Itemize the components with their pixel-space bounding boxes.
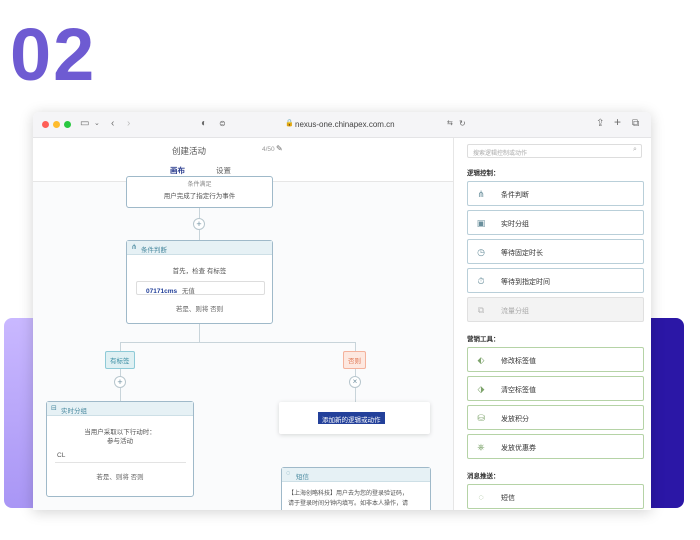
split-node-header: ⊟ 实时分组 <box>47 402 193 416</box>
logic-section-title: 逻辑控制： <box>467 170 500 177</box>
browser-titlebar: ▭ ⌄ ‹ › ◐ ⊜ 🔒 nexus-one.chinapex.com.cn … <box>33 112 651 138</box>
sms-text1: 【上海创略科技】用户去为您的登录验证码， <box>288 491 409 497</box>
realtime-split-node[interactable]: ⊟ 实时分组 当用户采取以下行动时： 参与活动 CL 若是、则将 否则 <box>46 401 194 497</box>
sms-node-header: ◌ 短信 <box>282 468 430 482</box>
panel-item-sms[interactable]: ◌ 短信 <box>467 484 644 509</box>
tag-icon: ⬖ <box>477 355 485 365</box>
panel-item-label: 短信 <box>501 495 515 502</box>
flow-canvas[interactable]: 条件满足 用户完成了指定行为事件 + ⋔ 条件判断 首先，检查 有标签 0717… <box>33 176 453 510</box>
panel-item-label: 修改标签值 <box>501 358 536 365</box>
panel-item-traffic-split: ⧉ 流量分组 <box>467 297 644 322</box>
panel-item-label: 实时分组 <box>501 221 529 228</box>
condition-field-suffix: 无值 <box>181 288 195 295</box>
chat-icon: ◌ <box>286 470 291 477</box>
minimize-dot[interactable] <box>53 121 60 128</box>
split-icon: ⊟ <box>51 405 57 412</box>
chevron-down-icon[interactable]: ⌄ <box>94 118 100 130</box>
tag-outline-icon: ⬗ <box>477 384 485 394</box>
share-icon[interactable]: ⇪ <box>596 118 604 130</box>
tab-settings[interactable]: 设置 <box>216 165 231 176</box>
monitor-icon: ▣ <box>476 218 486 228</box>
app-content: 创建活动 4/50 ✎ 画布 设置 条件满足 用户完成了指定行为事件 + ⋔ 条… <box>33 138 651 510</box>
timer-icon: ⏱ <box>477 276 485 286</box>
tab-canvas[interactable]: 画布 <box>168 165 187 182</box>
condition-node-title: 条件判断 <box>141 247 167 254</box>
back-icon[interactable]: ‹ <box>111 118 114 130</box>
sms-node[interactable]: ◌ 短信 【上海创略科技】用户去为您的登录验证码， 请于登录时间分钟内填写。如非… <box>281 467 431 510</box>
close-dot[interactable] <box>42 121 49 128</box>
event-trigger-line1: 条件满足 <box>187 182 212 188</box>
event-trigger-node[interactable]: 条件满足 用户完成了指定行为事件 <box>126 176 273 208</box>
add-logic-button[interactable]: 添加新的逻辑或动作 <box>318 412 385 424</box>
panel-item-give-points[interactable]: ⛁ 发放积分 <box>467 405 644 430</box>
panel-item-edit-tag[interactable]: ⬖ 修改标签值 <box>467 347 644 372</box>
event-trigger-line2: 用户完成了指定行为事件 <box>163 193 236 200</box>
clock-icon: ◷ <box>477 247 485 257</box>
tab-overview-icon[interactable]: ⧉ <box>632 118 639 130</box>
condition-node-header: ⋔ 条件判断 <box>127 241 272 255</box>
panel-item-label: 清空标签值 <box>501 387 536 394</box>
component-panel: 搜索逻辑控制或动作 ⌕ 逻辑控制： ⋔ 条件判断 ▣ 实时分组 ◷ 等待固定时长 ⏱ 等… <box>455 138 651 510</box>
reload-icon[interactable]: ↻ <box>459 118 466 130</box>
condition-node[interactable]: ⋔ 条件判断 首先，检查 有标签 07171cms 无值 若是、则将 否则 <box>126 240 273 324</box>
condition-field[interactable]: 07171cms 无值 <box>136 281 265 295</box>
remove-branch-icon[interactable]: × <box>349 376 361 388</box>
title-char-counter: 4/50 <box>262 146 275 153</box>
split-text2: 参与活动 <box>107 438 133 445</box>
decor-right-panel <box>648 318 684 508</box>
new-tab-icon[interactable]: + <box>614 116 621 128</box>
split-footer: 若是、则将 否则 <box>96 474 144 481</box>
panel-item-label: 流量分组 <box>501 308 529 315</box>
editor-area: 创建活动 4/50 ✎ 画布 设置 条件满足 用户完成了指定行为事件 + ⋔ 条… <box>33 138 454 510</box>
panel-item-give-coupon[interactable]: ⎈ 发放优惠券 <box>467 434 644 459</box>
messaging-section-title: 消息推送： <box>467 473 500 480</box>
panel-item-label: 发放积分 <box>501 416 529 423</box>
add-step-icon[interactable]: + <box>193 218 205 230</box>
traffic-icon: ⧉ <box>477 305 485 315</box>
step-number: 02 <box>10 13 97 96</box>
activity-title[interactable]: 创建活动 <box>172 145 206 157</box>
panel-item-clear-tag[interactable]: ⬗ 清空标签值 <box>467 376 644 401</box>
split-node-title: 实时分组 <box>61 408 87 415</box>
panel-item-realtime-split[interactable]: ▣ 实时分组 <box>467 210 644 235</box>
panel-item-label: 发放优惠券 <box>501 445 536 452</box>
add-step-icon[interactable]: + <box>114 376 126 388</box>
maximize-dot[interactable] <box>64 121 71 128</box>
branch-no-tag[interactable]: 否则 <box>343 351 366 369</box>
branch-yes-tag[interactable]: 有标签 <box>105 351 135 369</box>
address-bar[interactable]: nexus-one.chinapex.com.cn <box>295 120 395 129</box>
coupon-icon: ⎈ <box>477 442 485 452</box>
translate-icon[interactable]: ⇆ <box>447 118 453 130</box>
connector-line <box>120 342 356 343</box>
sms-node-title: 短信 <box>296 474 309 481</box>
connector-line <box>199 324 200 342</box>
panel-search-input[interactable]: 搜索逻辑控制或动作 <box>467 144 642 158</box>
forward-icon[interactable]: › <box>127 118 130 130</box>
branch-icon: ⋔ <box>131 244 137 251</box>
panel-item-wait-duration[interactable]: ◷ 等待固定时长 <box>467 239 644 264</box>
lock-icon: 🔒 <box>285 120 294 127</box>
condition-text: 首先，检查 有标签 <box>172 268 227 275</box>
panel-item-condition[interactable]: ⋔ 条件判断 <box>467 181 644 206</box>
panel-item-wait-until[interactable]: ⏱ 等待到指定时间 <box>467 268 644 293</box>
edit-pencil-icon[interactable]: ✎ <box>276 144 283 153</box>
editor-header: 创建活动 4/50 ✎ <box>33 138 453 160</box>
add-logic-card: 添加新的逻辑或动作 <box>279 402 430 434</box>
panel-item-label: 等待到指定时间 <box>501 279 550 286</box>
marketing-section-title: 营销工具： <box>467 336 500 343</box>
search-icon[interactable]: ⌕ <box>633 146 637 154</box>
condition-field-value: 07171cms <box>146 288 178 295</box>
browser-window: ▭ ⌄ ‹ › ◐ ⊜ 🔒 nexus-one.chinapex.com.cn … <box>33 112 651 510</box>
condition-branches: 若是、则将 否则 <box>175 306 224 313</box>
branch-icon: ⋔ <box>477 189 485 199</box>
panel-item-label: 条件判断 <box>501 192 529 199</box>
shield-icon[interactable]: ◐ <box>201 118 207 130</box>
panel-item-label: 等待固定时长 <box>501 250 543 257</box>
page-settings-icon[interactable]: ⊜ <box>219 118 226 130</box>
chat-icon: ◌ <box>478 492 484 502</box>
sidebar-icon[interactable]: ▭ <box>80 118 89 130</box>
split-value-field[interactable]: CL <box>55 449 186 463</box>
coins-icon: ⛁ <box>477 413 485 423</box>
sms-text2: 请于登录时间分钟内填写。如非本人操作，请 <box>288 501 409 507</box>
